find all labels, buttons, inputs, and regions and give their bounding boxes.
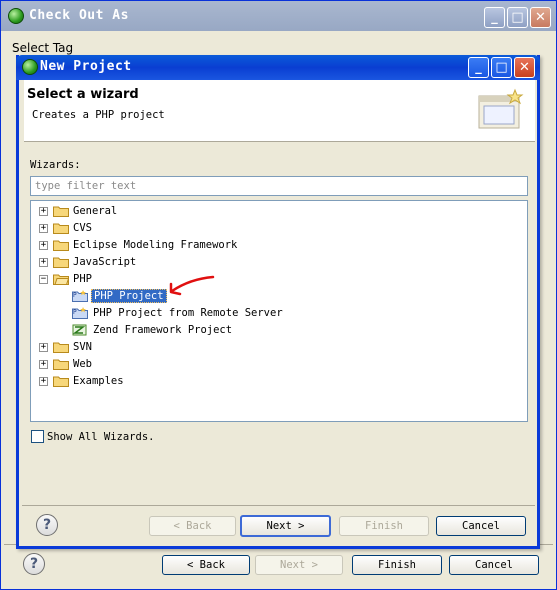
folder-icon (53, 206, 69, 217)
select-tag-label: Select Tag (12, 41, 74, 55)
tree-item-cvs[interactable]: + CVS (31, 220, 527, 237)
folder-icon (53, 359, 69, 370)
tree-item-label: Examples (73, 375, 124, 387)
show-all-label: Show All Wizards. (47, 431, 155, 443)
outer-cancel-button[interactable]: Cancel (449, 555, 539, 575)
checkout-titlebar[interactable]: Check Out As _ □ ✕ (1, 1, 556, 31)
back-button[interactable]: < Back (149, 516, 236, 536)
finish-label: Finish (365, 520, 403, 532)
tree-item-label: Zend Framework Project (93, 324, 233, 336)
banner-title: Select a wizard (27, 87, 139, 102)
tree-item-web[interactable]: + Web (31, 356, 527, 373)
svg-text:P: P (73, 309, 77, 316)
annotation-arrow-icon (169, 275, 215, 296)
tree-item-label: PHP Project (91, 289, 167, 303)
banner-description: Creates a PHP project (32, 109, 165, 121)
cancel-label: Cancel (462, 520, 500, 532)
outer-back-button[interactable]: < Back (162, 555, 250, 575)
svg-text:P: P (73, 292, 77, 299)
expand-icon[interactable]: + (39, 207, 48, 216)
help-icon[interactable]: ? (36, 514, 58, 536)
tree-item-php-project[interactable]: P PHP Project (31, 288, 527, 305)
folder-icon (53, 342, 69, 353)
show-all-checkbox[interactable] (31, 430, 44, 443)
eclipse-icon (22, 59, 38, 75)
collapse-icon[interactable]: − (39, 275, 48, 284)
expand-icon[interactable]: + (39, 360, 48, 369)
cancel-button[interactable]: Cancel (436, 516, 526, 536)
tree-item-php-remote[interactable]: P PHP Project from Remote Server (31, 305, 527, 322)
wizard-tree[interactable]: + General + CVS + Eclipse Modeling Frame… (30, 200, 528, 422)
maximize-button[interactable]: □ (507, 7, 528, 28)
filter-input[interactable] (30, 176, 528, 196)
wizard-banner: Select a wizard Creates a PHP project (24, 80, 535, 142)
php-project-icon: P (72, 307, 88, 319)
expand-icon[interactable]: + (39, 241, 48, 250)
next-label: Next > (266, 520, 305, 532)
next-button[interactable]: Next > (240, 515, 331, 537)
outer-back-label: < Back (187, 559, 225, 571)
expand-icon[interactable]: + (39, 224, 48, 233)
tree-item-javascript[interactable]: + JavaScript (31, 254, 527, 271)
php-project-icon: P (72, 290, 88, 302)
zend-project-icon (72, 324, 87, 336)
tree-item-emf[interactable]: + Eclipse Modeling Framework (31, 237, 527, 254)
maximize-button[interactable]: □ (491, 57, 512, 78)
tree-item-php[interactable]: − PHP (31, 271, 527, 288)
outer-next-button[interactable]: Next > (255, 555, 343, 575)
tree-item-label: Web (73, 358, 92, 370)
new-wizard-icon (478, 88, 524, 129)
folder-icon (53, 376, 69, 387)
tree-item-label: SVN (73, 341, 92, 353)
expand-icon[interactable]: + (39, 258, 48, 267)
outer-next-label: Next > (280, 559, 318, 571)
tree-item-label: PHP (73, 273, 92, 285)
expand-icon[interactable]: + (39, 343, 48, 352)
expand-icon[interactable]: + (39, 377, 48, 386)
close-button[interactable]: ✕ (514, 57, 535, 78)
tree-item-svn[interactable]: + SVN (31, 339, 527, 356)
outer-finish-label: Finish (378, 559, 416, 571)
folder-icon (53, 240, 69, 251)
folder-open-icon (53, 274, 69, 285)
tree-item-zend[interactable]: Zend Framework Project (31, 322, 527, 339)
minimize-button[interactable]: _ (484, 7, 505, 28)
new-project-titlebar[interactable]: New Project _ □ ✕ (16, 55, 540, 80)
tree-item-label: JavaScript (73, 256, 137, 268)
new-project-dialog: New Project _ □ ✕ Select a wizard Create… (16, 55, 540, 549)
folder-icon (53, 223, 69, 234)
new-project-title: New Project (40, 59, 132, 74)
help-icon[interactable]: ? (23, 553, 45, 575)
wizards-label: Wizards: (30, 159, 81, 171)
minimize-button[interactable]: _ (468, 57, 489, 78)
outer-cancel-label: Cancel (475, 559, 513, 571)
close-button[interactable]: ✕ (530, 7, 551, 28)
tree-item-examples[interactable]: + Examples (31, 373, 527, 390)
tree-item-label: General (73, 205, 118, 217)
tree-item-label: Eclipse Modeling Framework (73, 239, 238, 251)
tree-item-label: PHP Project from Remote Server (93, 307, 283, 319)
checkout-title: Check Out As (29, 8, 129, 23)
tree-item-label: CVS (73, 222, 92, 234)
inner-separator (22, 505, 535, 506)
folder-icon (53, 257, 69, 268)
tree-item-general[interactable]: + General (31, 203, 527, 220)
finish-button[interactable]: Finish (339, 516, 429, 536)
outer-finish-button[interactable]: Finish (352, 555, 442, 575)
eclipse-icon (8, 8, 24, 24)
back-label: < Back (173, 520, 212, 532)
